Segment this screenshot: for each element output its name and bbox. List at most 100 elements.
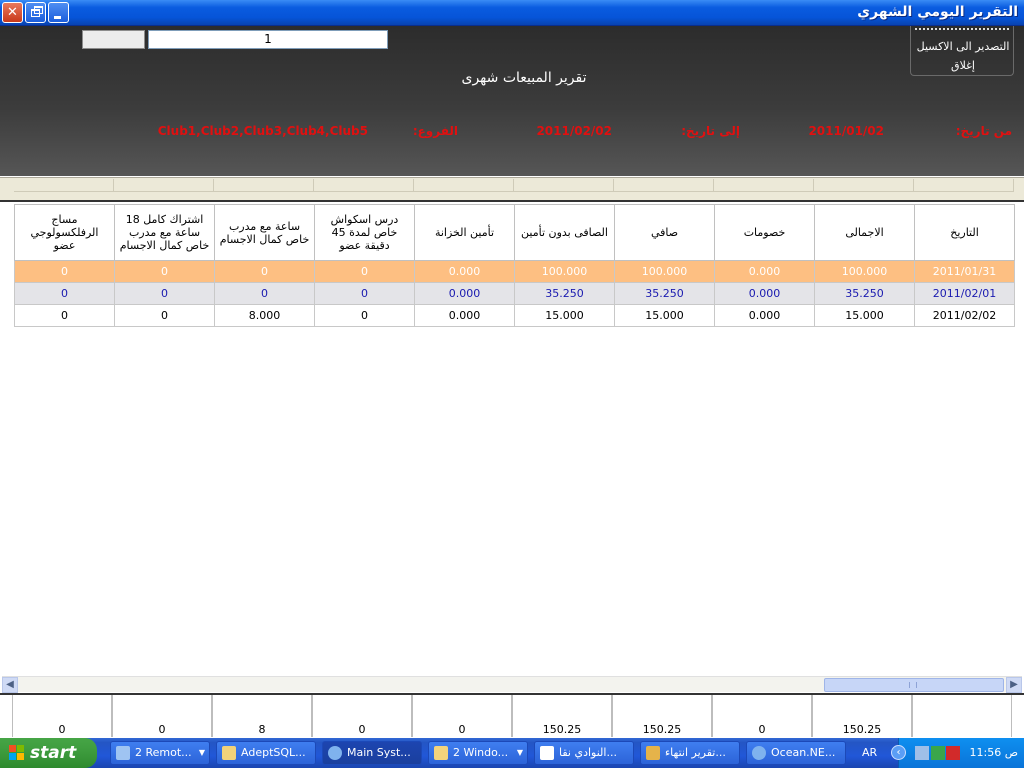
taskbar: start 2 Remot... ▼ AdeptSQL... Main Syst.…	[0, 738, 1024, 768]
table-cell[interactable]: 0	[214, 282, 315, 305]
table-cell[interactable]: 2011/01/31	[914, 260, 1015, 283]
scroll-left-button[interactable]: ◀	[2, 677, 18, 693]
branches-value: Club1,Club2,Club3,Club4,Club5	[157, 124, 368, 138]
table-row[interactable]: 2011/02/01 35.250 0.000 35.250 35.250 0.…	[14, 282, 1015, 305]
total-cell	[912, 695, 1012, 737]
table-cell[interactable]: 0	[14, 282, 115, 305]
column-header[interactable]: التاريخ	[914, 204, 1015, 261]
group-band	[0, 177, 1024, 202]
column-header[interactable]: ساعة مع مدرب خاص كمال الاجسام	[214, 204, 315, 261]
taskbar-item-main-system[interactable]: Main Syst...	[322, 741, 422, 765]
table-cell[interactable]: 100.000	[614, 260, 715, 283]
table-cell[interactable]: 2011/02/01	[914, 282, 1015, 305]
document-icon	[540, 746, 554, 760]
total-cell: 0	[12, 695, 112, 737]
column-header[interactable]: خصومات	[714, 204, 815, 261]
tray-app-icon[interactable]	[931, 746, 945, 760]
total-cell: 150.25	[512, 695, 612, 737]
title-bar: ✕ التقرير اليومي الشهري	[0, 0, 1024, 26]
taskbar-item-document[interactable]: النوادي نقا...	[534, 741, 634, 765]
table-cell[interactable]: 0.000	[414, 282, 515, 305]
column-header[interactable]: درس اسكواش خاص لمدة 45 دقيقة عضو	[314, 204, 415, 261]
taskbar-item-adeptsql[interactable]: AdeptSQL...	[216, 741, 316, 765]
column-header[interactable]: مساج الرفلكسولوجي عضو	[14, 204, 115, 261]
scrollbar-thumb[interactable]	[824, 678, 1004, 692]
system-tray: ص 11:56	[898, 738, 1024, 768]
taskbar-item-ocean[interactable]: Ocean.NE...	[746, 741, 846, 765]
table-cell[interactable]: 0	[14, 260, 115, 283]
total-cell: 0	[312, 695, 412, 737]
total-cell: 8	[212, 695, 312, 737]
window-title: التقرير اليومي الشهري	[857, 4, 1018, 20]
table-row[interactable]: 2011/02/02 15.000 0.000 15.000 15.000 0.…	[14, 304, 1015, 327]
table-cell[interactable]: 2011/02/02	[914, 304, 1015, 327]
table-cell[interactable]: 35.250	[614, 282, 715, 305]
horizontal-scrollbar[interactable]: ◀ ▶	[2, 676, 1022, 693]
taskbar-item-report[interactable]: تقرير انتهاء...	[640, 741, 740, 765]
table-cell[interactable]: 15.000	[814, 304, 915, 327]
from-date-label: من تاريخ:	[955, 124, 1012, 138]
table-cell[interactable]: 0.000	[714, 304, 815, 327]
table-cell[interactable]: 0.000	[714, 282, 815, 305]
table-cell[interactable]: 8.000	[214, 304, 315, 327]
sales-table: التاريخ الاجمالى خصومات صافي الصافى بدون…	[14, 204, 1015, 327]
table-cell[interactable]: 0	[14, 304, 115, 327]
column-header[interactable]: اشتراك كامل 18 ساعة مع مدرب خاص كمال الا…	[114, 204, 215, 261]
taskbar-item-windows-explorer[interactable]: 2 Windo... ▼	[428, 741, 528, 765]
export-excel-menu-item[interactable]: التصدير الى الاكسيل	[911, 40, 1015, 53]
taskbar-item-remote-desktop[interactable]: 2 Remot... ▼	[110, 741, 210, 765]
language-indicator[interactable]: AR	[862, 738, 877, 768]
grip-icon	[909, 682, 917, 688]
restore-window-button[interactable]	[25, 2, 46, 23]
table-cell[interactable]: 35.250	[814, 282, 915, 305]
column-header[interactable]: صافي	[614, 204, 715, 261]
column-header[interactable]: الاجمالى	[814, 204, 915, 261]
column-header[interactable]: الصافى بدون تأمين	[514, 204, 615, 261]
minimize-window-button[interactable]	[48, 2, 69, 23]
table-cell[interactable]: 0	[314, 260, 415, 283]
database-icon	[222, 746, 236, 760]
report-header: التصدير الى الاكسيل إغلاق 1 تقرير المبيع…	[0, 26, 1024, 176]
table-cell[interactable]: 0	[314, 304, 415, 327]
windows-logo-icon	[9, 745, 25, 761]
table-cell[interactable]: 100.000	[514, 260, 615, 283]
total-cell: 150.25	[812, 695, 912, 737]
app-icon	[646, 746, 660, 760]
search-button[interactable]	[82, 30, 145, 49]
table-row[interactable]: 2011/01/31 100.000 0.000 100.000 100.000…	[14, 260, 1015, 283]
globe-icon	[328, 746, 342, 760]
clock[interactable]: ص 11:56	[970, 738, 1019, 768]
to-date-value: 2011/02/02	[536, 124, 612, 138]
table-cell[interactable]: 15.000	[514, 304, 615, 327]
totals-row: 150.25 0 150.25 150.25 0 0 8 0 0	[0, 693, 1024, 737]
scroll-right-button[interactable]: ▶	[1006, 677, 1022, 693]
table-cell[interactable]: 0	[314, 282, 415, 305]
table-cell[interactable]: 0	[214, 260, 315, 283]
from-date-value: 2011/01/02	[808, 124, 884, 138]
table-cell[interactable]: 0.000	[414, 304, 515, 327]
header-row: التاريخ الاجمالى خصومات صافي الصافى بدون…	[14, 204, 1015, 261]
table-cell[interactable]: 0	[114, 282, 215, 305]
network-icon[interactable]	[915, 746, 929, 760]
remote-desktop-icon	[116, 746, 130, 760]
total-cell: 150.25	[612, 695, 712, 737]
minimize-icon	[54, 16, 61, 19]
table-cell[interactable]: 0	[114, 304, 215, 327]
table-cell[interactable]: 0.000	[414, 260, 515, 283]
show-hidden-icons-chevron-icon[interactable]: ‹	[891, 745, 906, 760]
table-cell[interactable]: 15.000	[614, 304, 715, 327]
column-header[interactable]: تأمين الخزانة	[414, 204, 515, 261]
branches-label: الفروع:	[412, 124, 458, 138]
data-grid[interactable]: التاريخ الاجمالى خصومات صافي الصافى بدون…	[2, 204, 1022, 676]
start-button[interactable]: start	[0, 738, 97, 768]
antivirus-icon[interactable]	[946, 746, 960, 760]
table-cell[interactable]: 100.000	[814, 260, 915, 283]
table-cell[interactable]: 0.000	[714, 260, 815, 283]
total-cell: 0	[112, 695, 212, 737]
table-cell[interactable]: 35.250	[514, 282, 615, 305]
table-cell[interactable]: 0	[114, 260, 215, 283]
close-window-button[interactable]: ✕	[2, 2, 23, 23]
search-input[interactable]: 1	[148, 30, 388, 49]
total-cell: 0	[712, 695, 812, 737]
globe-icon	[752, 746, 766, 760]
